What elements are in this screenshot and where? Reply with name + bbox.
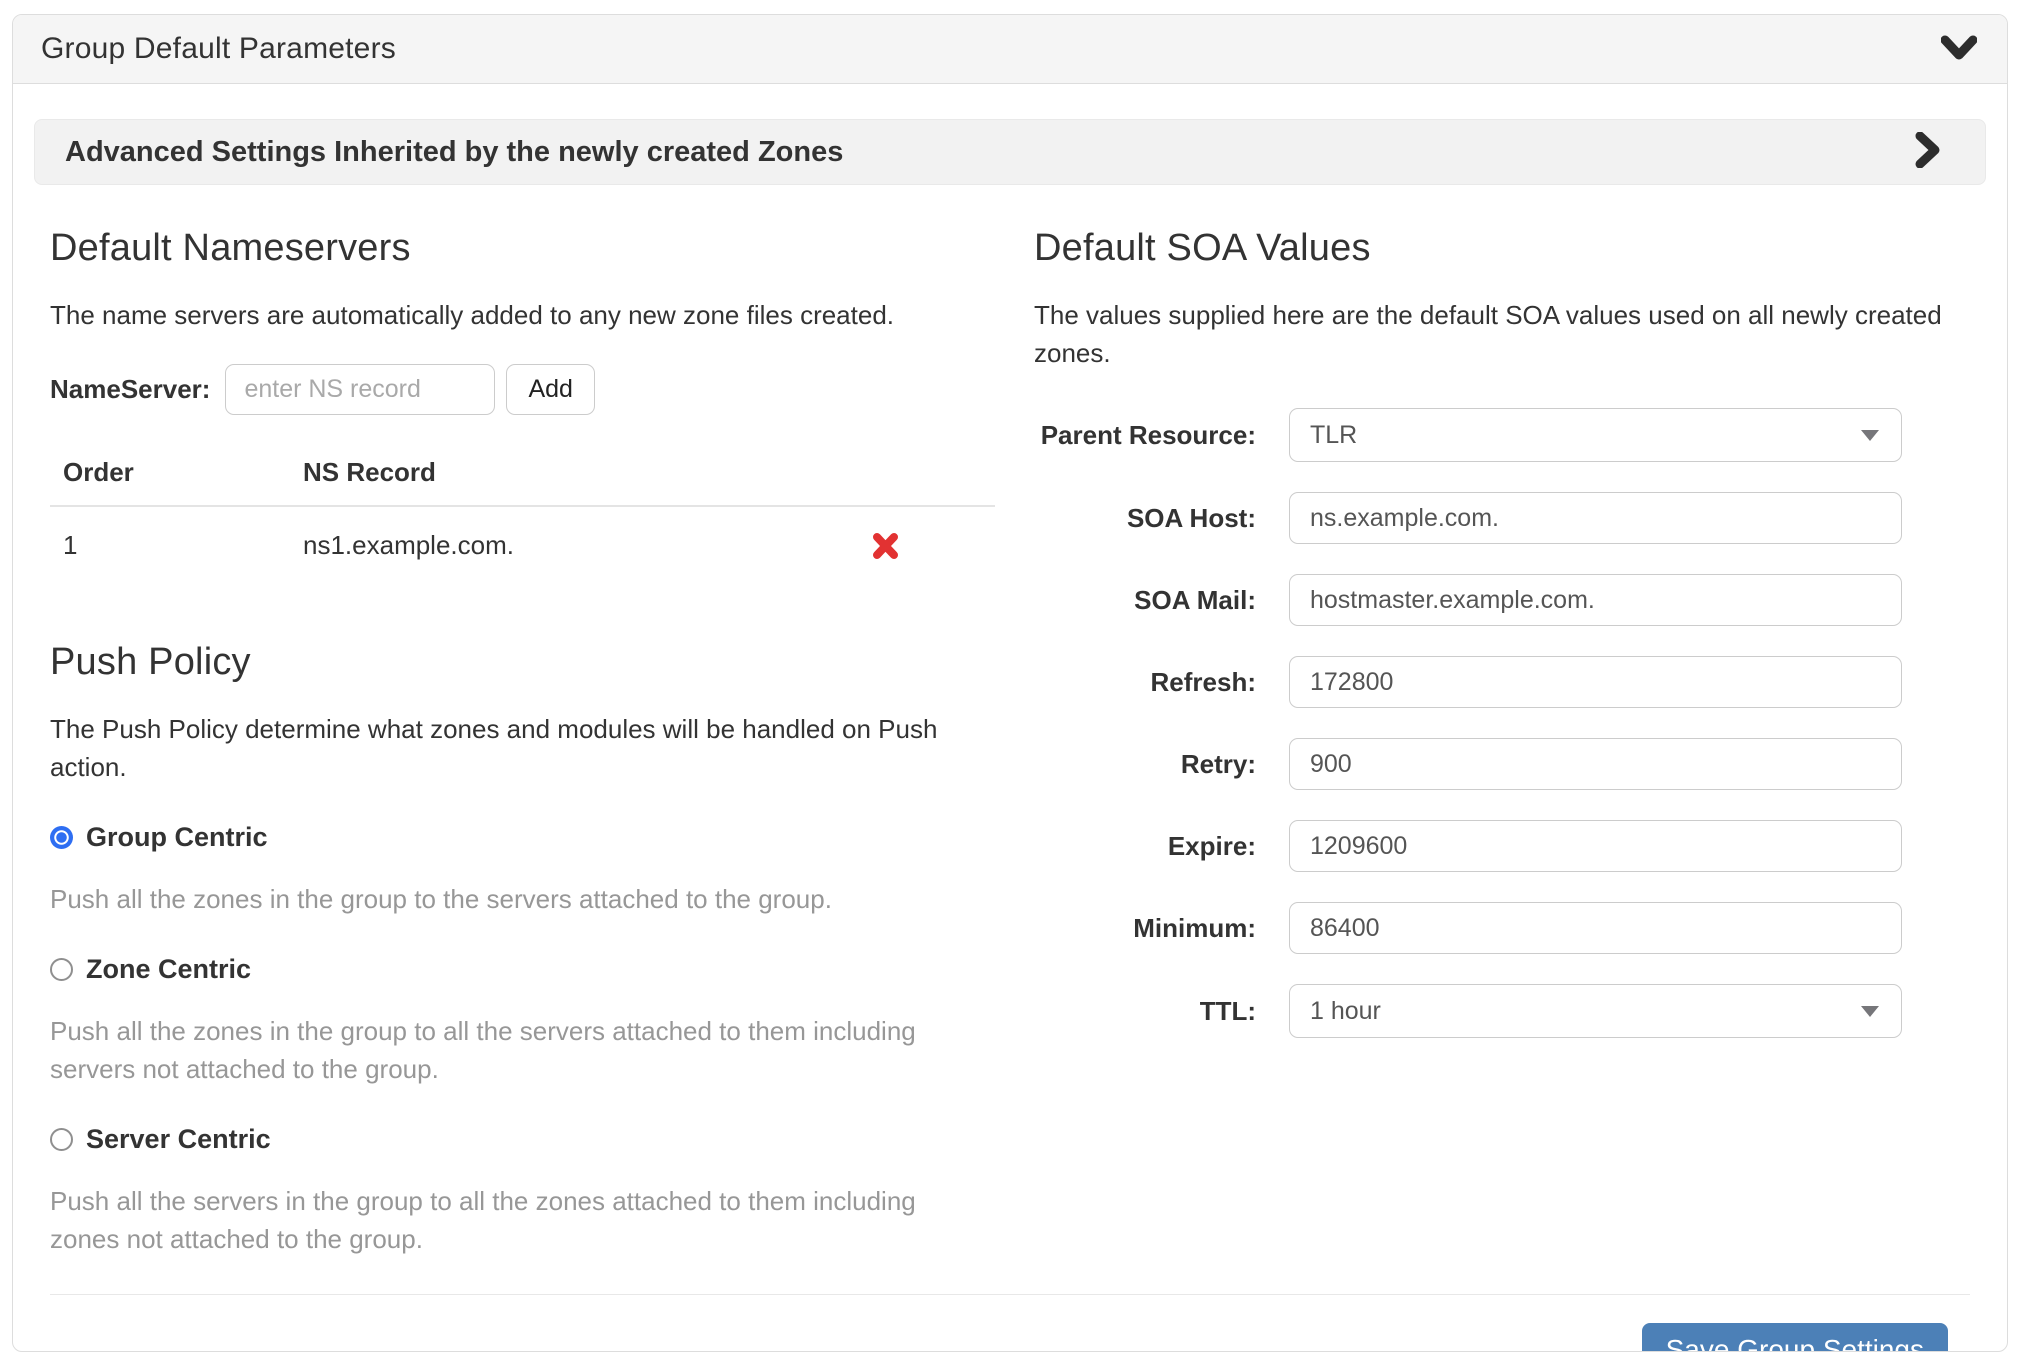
panel-heading[interactable]: Group Default Parameters xyxy=(13,15,2007,84)
parent-resource-value: TLR xyxy=(1310,421,1357,450)
nameserver-field-label: NameServer: xyxy=(50,374,210,405)
save-group-settings-button[interactable]: Save Group Settings xyxy=(1642,1323,1948,1352)
minimum-label: Minimum: xyxy=(1034,911,1256,946)
ttl-row: TTL: 1 hour xyxy=(1034,984,1970,1038)
add-nameserver-button[interactable]: Add xyxy=(506,364,594,415)
refresh-label: Refresh: xyxy=(1034,665,1256,700)
minimum-input[interactable] xyxy=(1289,902,1902,954)
soa-mail-row: SOA Mail: xyxy=(1034,574,1970,626)
collapse-panel-button[interactable] xyxy=(1941,34,1977,65)
radio-option-zone-centric[interactable]: Zone Centric xyxy=(50,954,964,985)
ns-order-value: 1 xyxy=(63,530,303,561)
push-policy-description: The Push Policy determine what zones and… xyxy=(50,710,964,786)
soa-mail-input[interactable] xyxy=(1289,574,1902,626)
radio-button-zone-centric[interactable] xyxy=(50,958,73,981)
expire-input[interactable] xyxy=(1289,820,1902,872)
nameservers-description: The name servers are automatically added… xyxy=(50,296,964,334)
nameservers-title: Default Nameservers xyxy=(50,227,964,270)
retry-label: Retry: xyxy=(1034,747,1256,782)
soa-title: Default SOA Values xyxy=(1034,227,1970,270)
footer: Save Group Settings xyxy=(34,1295,1986,1352)
retry-input[interactable] xyxy=(1289,738,1902,790)
parent-resource-select[interactable]: TLR xyxy=(1289,408,1902,462)
nameserver-input[interactable] xyxy=(225,364,495,415)
soa-host-row: SOA Host: xyxy=(1034,492,1970,544)
soa-host-input[interactable] xyxy=(1289,492,1902,544)
push-policy-section: Push Policy The Push Policy determine wh… xyxy=(50,641,964,1258)
select-caret-icon xyxy=(1861,1006,1879,1017)
panel-title: Group Default Parameters xyxy=(41,32,396,66)
radio-label-server-centric: Server Centric xyxy=(86,1124,271,1155)
radio-description-server-centric: Push all the servers in the group to all… xyxy=(50,1182,964,1258)
radio-option-server-centric[interactable]: Server Centric xyxy=(50,1124,964,1155)
table-row: 1 ns1.example.com. xyxy=(50,507,995,581)
select-caret-icon xyxy=(1861,430,1879,441)
nameserver-add-row: NameServer: Add xyxy=(50,364,964,415)
retry-row: Retry: xyxy=(1034,738,1970,790)
refresh-row: Refresh: xyxy=(1034,656,1970,708)
chevron-right-icon xyxy=(1915,132,1941,173)
push-policy-title: Push Policy xyxy=(50,641,964,684)
radio-button-server-centric[interactable] xyxy=(50,1128,73,1151)
radio-label-group-centric: Group Centric xyxy=(86,822,268,853)
order-column-header: Order xyxy=(63,457,303,488)
advanced-settings-bar[interactable]: Advanced Settings Inherited by the newly… xyxy=(34,119,1986,185)
radio-description-group-centric: Push all the zones in the group to the s… xyxy=(50,880,964,918)
radio-button-group-centric[interactable] xyxy=(50,826,73,849)
soa-description: The values supplied here are the default… xyxy=(1034,296,1970,372)
radio-option-group-centric[interactable]: Group Centric xyxy=(50,822,964,853)
content-columns: Default Nameservers The name servers are… xyxy=(34,227,1986,1258)
refresh-input[interactable] xyxy=(1289,656,1902,708)
nameserver-table: Order NS Record 1 ns1.example.com. xyxy=(50,457,995,581)
nameserver-table-header: Order NS Record xyxy=(50,457,995,507)
radio-description-zone-centric: Push all the zones in the group to all t… xyxy=(50,1012,964,1088)
soa-column: Default SOA Values The values supplied h… xyxy=(1010,227,1970,1258)
delete-x-icon xyxy=(871,548,900,563)
panel-body: Advanced Settings Inherited by the newly… xyxy=(13,84,2007,1352)
ttl-value: 1 hour xyxy=(1310,997,1381,1026)
ns-record-value: ns1.example.com. xyxy=(303,530,775,561)
chevron-down-icon xyxy=(1941,34,1977,65)
ns-record-column-header: NS Record xyxy=(303,457,775,488)
group-default-parameters-panel: Group Default Parameters Advanced Settin… xyxy=(12,14,2008,1352)
advanced-settings-label: Advanced Settings Inherited by the newly… xyxy=(65,136,843,169)
parent-resource-row: Parent Resource: TLR xyxy=(1034,408,1970,462)
soa-host-label: SOA Host: xyxy=(1034,501,1256,536)
expire-row: Expire: xyxy=(1034,820,1970,872)
nameservers-column: Default Nameservers The name servers are… xyxy=(50,227,1010,1258)
expire-label: Expire: xyxy=(1034,829,1256,864)
parent-resource-label: Parent Resource: xyxy=(1034,418,1256,453)
soa-mail-label: SOA Mail: xyxy=(1034,583,1256,618)
radio-label-zone-centric: Zone Centric xyxy=(86,954,251,985)
delete-nameserver-button[interactable] xyxy=(871,532,900,560)
ttl-label: TTL: xyxy=(1034,994,1256,1029)
minimum-row: Minimum: xyxy=(1034,902,1970,954)
ttl-select[interactable]: 1 hour xyxy=(1289,984,1902,1038)
